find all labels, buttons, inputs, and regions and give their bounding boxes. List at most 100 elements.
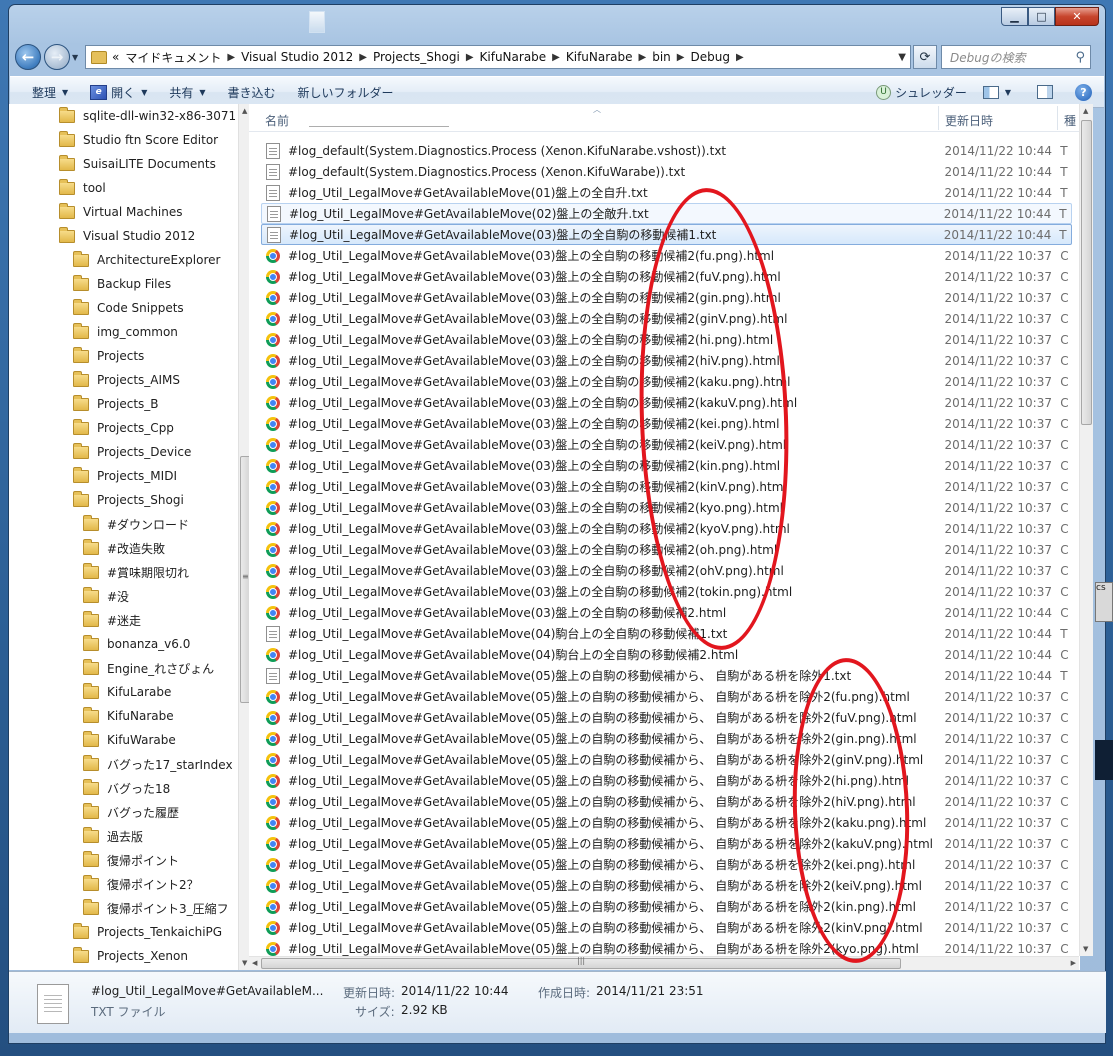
file-row[interactable]: #log_Util_LegalMove#GetAvailableMove(03)… <box>261 455 1072 476</box>
breadcrumb-item[interactable]: Visual Studio 2012 <box>241 50 353 64</box>
breadcrumb-item[interactable]: KifuNarabe <box>480 50 547 64</box>
tree-item[interactable]: 復帰ポイント <box>83 848 179 872</box>
tree-item[interactable]: Projects_Xenon <box>73 944 188 968</box>
file-row[interactable]: #log_Util_LegalMove#GetAvailableMove(05)… <box>261 917 1072 938</box>
column-divider[interactable] <box>938 106 939 130</box>
tree-item[interactable]: Backup Files <box>73 272 171 296</box>
breadcrumb-separator[interactable]: ▶ <box>227 52 235 63</box>
file-row[interactable]: #log_Util_LegalMove#GetAvailableMove(03)… <box>261 581 1072 602</box>
tree-item[interactable]: tool <box>59 176 106 200</box>
file-row[interactable]: #log_Util_LegalMove#GetAvailableMove(03)… <box>261 560 1072 581</box>
change-view-icon[interactable] <box>982 85 999 99</box>
file-row[interactable]: #log_Util_LegalMove#GetAvailableMove(05)… <box>261 707 1072 728</box>
tree-item[interactable]: Visual Studio 2012 <box>59 224 195 248</box>
new-folder-button[interactable]: 新しいフォルダー <box>298 84 394 101</box>
tree-item[interactable]: #改造失敗 <box>83 536 165 560</box>
view-options-dropdown[interactable]: ▼ <box>1005 88 1011 97</box>
column-modified[interactable]: 更新日時 <box>945 112 993 129</box>
tree-item[interactable]: KifuLarabe <box>83 680 171 704</box>
file-horizontal-scrollbar[interactable]: ◀ ||| ▶ <box>249 956 1079 970</box>
scroll-down-arrow[interactable]: ▼ <box>1083 945 1088 953</box>
file-row[interactable]: #log_Util_LegalMove#GetAvailableMove(03)… <box>261 392 1072 413</box>
file-row[interactable]: #log_Util_LegalMove#GetAvailableMove(03)… <box>261 497 1072 518</box>
file-row[interactable]: #log_Util_LegalMove#GetAvailableMove(03)… <box>261 602 1072 623</box>
file-scroll-thumb[interactable] <box>1081 120 1092 425</box>
file-row[interactable]: #log_Util_LegalMove#GetAvailableMove(05)… <box>261 791 1072 812</box>
tree-item[interactable]: Projects_Shogi <box>73 488 184 512</box>
tree-item[interactable]: KifuNarabe <box>83 704 174 728</box>
file-row[interactable]: #log_default(System.Diagnostics.Process … <box>261 140 1072 161</box>
scroll-left-arrow[interactable]: ◀ <box>252 959 257 967</box>
shredder-button[interactable]: U シュレッダー <box>876 84 967 101</box>
tree-item[interactable]: Projects <box>73 344 144 368</box>
close-button[interactable]: ✕ <box>1055 7 1099 26</box>
breadcrumb-item[interactable]: Projects_Shogi <box>373 50 460 64</box>
breadcrumb-item[interactable]: マイドキュメント <box>125 49 221 66</box>
tree-item[interactable]: Projects_Device <box>73 440 191 464</box>
back-button[interactable]: ← <box>15 44 41 70</box>
tree-item[interactable]: bonanza_v6.0 <box>83 632 190 656</box>
recent-pages-dropdown[interactable]: ▼ <box>72 53 78 62</box>
scroll-right-arrow[interactable]: ▶ <box>1071 959 1076 967</box>
forward-button[interactable]: → <box>44 44 70 70</box>
file-row[interactable]: #log_Util_LegalMove#GetAvailableMove(03)… <box>261 329 1072 350</box>
file-row[interactable]: #log_default(System.Diagnostics.Process … <box>261 161 1072 182</box>
tree-item[interactable]: #迷走 <box>83 608 141 632</box>
file-row[interactable]: #log_Util_LegalMove#GetAvailableMove(03)… <box>261 287 1072 308</box>
tree-item[interactable]: Projects_AIMS <box>73 368 180 392</box>
file-row[interactable]: #log_Util_LegalMove#GetAvailableMove(03)… <box>261 434 1072 455</box>
file-row[interactable]: #log_Util_LegalMove#GetAvailableMove(05)… <box>261 749 1072 770</box>
breadcrumb-item[interactable]: KifuNarabe <box>566 50 633 64</box>
refresh-button[interactable]: ⟳ <box>913 45 937 69</box>
preview-pane-icon[interactable] <box>1037 85 1053 99</box>
breadcrumb-item[interactable]: Debug <box>691 50 730 64</box>
search-input[interactable]: Debugの検索 ⚲ <box>941 45 1091 69</box>
file-row[interactable]: #log_Util_LegalMove#GetAvailableMove(05)… <box>261 896 1072 917</box>
burn-button[interactable]: 書き込む <box>228 84 276 101</box>
tree-item[interactable]: Projects_B <box>73 392 159 416</box>
tree-item[interactable]: Projects_MIDI <box>73 464 177 488</box>
scroll-up-arrow[interactable]: ▲ <box>242 107 247 115</box>
file-row[interactable]: #log_Util_LegalMove#GetAvailableMove(03)… <box>261 350 1072 371</box>
file-row[interactable]: #log_Util_LegalMove#GetAvailableMove(03)… <box>261 476 1072 497</box>
breadcrumb-separator[interactable]: ▶ <box>466 52 474 63</box>
breadcrumb-item[interactable]: bin <box>652 50 671 64</box>
tree-item[interactable]: 復帰ポイント3_圧縮フ <box>83 896 229 920</box>
breadcrumb-separator[interactable]: ▶ <box>359 52 367 63</box>
tree-item[interactable]: sqlite-dll-win32-x86-3071 <box>59 104 236 128</box>
minimize-button[interactable]: ▁ <box>1001 7 1028 26</box>
organize-button[interactable]: 整理 ▼ <box>32 84 68 101</box>
chevron-down-icon[interactable]: ▼ <box>898 52 906 63</box>
tree-item[interactable]: Engine_れさぴょん <box>83 656 214 680</box>
file-row[interactable]: #log_Util_LegalMove#GetAvailableMove(05)… <box>261 665 1072 686</box>
tree-item[interactable]: バグった17_starIndex <box>83 752 233 776</box>
file-row[interactable]: #log_Util_LegalMove#GetAvailableMove(03)… <box>261 518 1072 539</box>
tree-item[interactable]: KifuWarabe <box>83 728 176 752</box>
tree-item[interactable]: バグった履歴 <box>83 800 179 824</box>
file-row[interactable]: #log_Util_LegalMove#GetAvailableMove(03)… <box>261 539 1072 560</box>
title-bar[interactable]: ▁ □ ✕ <box>9 5 1105 39</box>
file-row[interactable]: #log_Util_LegalMove#GetAvailableMove(03)… <box>261 245 1072 266</box>
file-row[interactable]: #log_Util_LegalMove#GetAvailableMove(05)… <box>261 770 1072 791</box>
tree-item[interactable]: #没 <box>83 584 129 608</box>
maximize-button[interactable]: □ <box>1028 7 1055 26</box>
file-row[interactable]: #log_Util_LegalMove#GetAvailableMove(03)… <box>261 371 1072 392</box>
tree-item[interactable]: SuisaiLITE Documents <box>59 152 216 176</box>
tree-item[interactable]: Code Snippets <box>73 296 184 320</box>
file-row[interactable]: #log_Util_LegalMove#GetAvailableMove(02)… <box>261 203 1072 224</box>
column-type[interactable]: 種 <box>1064 112 1076 129</box>
tree-item[interactable]: #ダウンロード <box>83 512 189 536</box>
column-name[interactable]: 名前 <box>265 112 289 129</box>
file-row[interactable]: #log_Util_LegalMove#GetAvailableMove(03)… <box>261 224 1072 245</box>
file-row[interactable]: #log_Util_LegalMove#GetAvailableMove(05)… <box>261 812 1072 833</box>
breadcrumb-separator[interactable]: ▶ <box>552 52 560 63</box>
file-row[interactable]: #log_Util_LegalMove#GetAvailableMove(04)… <box>261 644 1072 665</box>
breadcrumb-overflow[interactable]: « <box>112 50 119 64</box>
scroll-up-arrow[interactable]: ▲ <box>1083 107 1088 115</box>
tree-item[interactable]: Virtual Machines <box>59 200 183 224</box>
tree-item[interactable]: img_common <box>73 320 178 344</box>
tree-item[interactable]: #賞味期限切れ <box>83 560 189 584</box>
tree-item[interactable]: ArchitectureExplorer <box>73 248 220 272</box>
scroll-down-arrow[interactable]: ▼ <box>242 959 247 967</box>
breadcrumb-separator[interactable]: ▶ <box>736 52 744 63</box>
